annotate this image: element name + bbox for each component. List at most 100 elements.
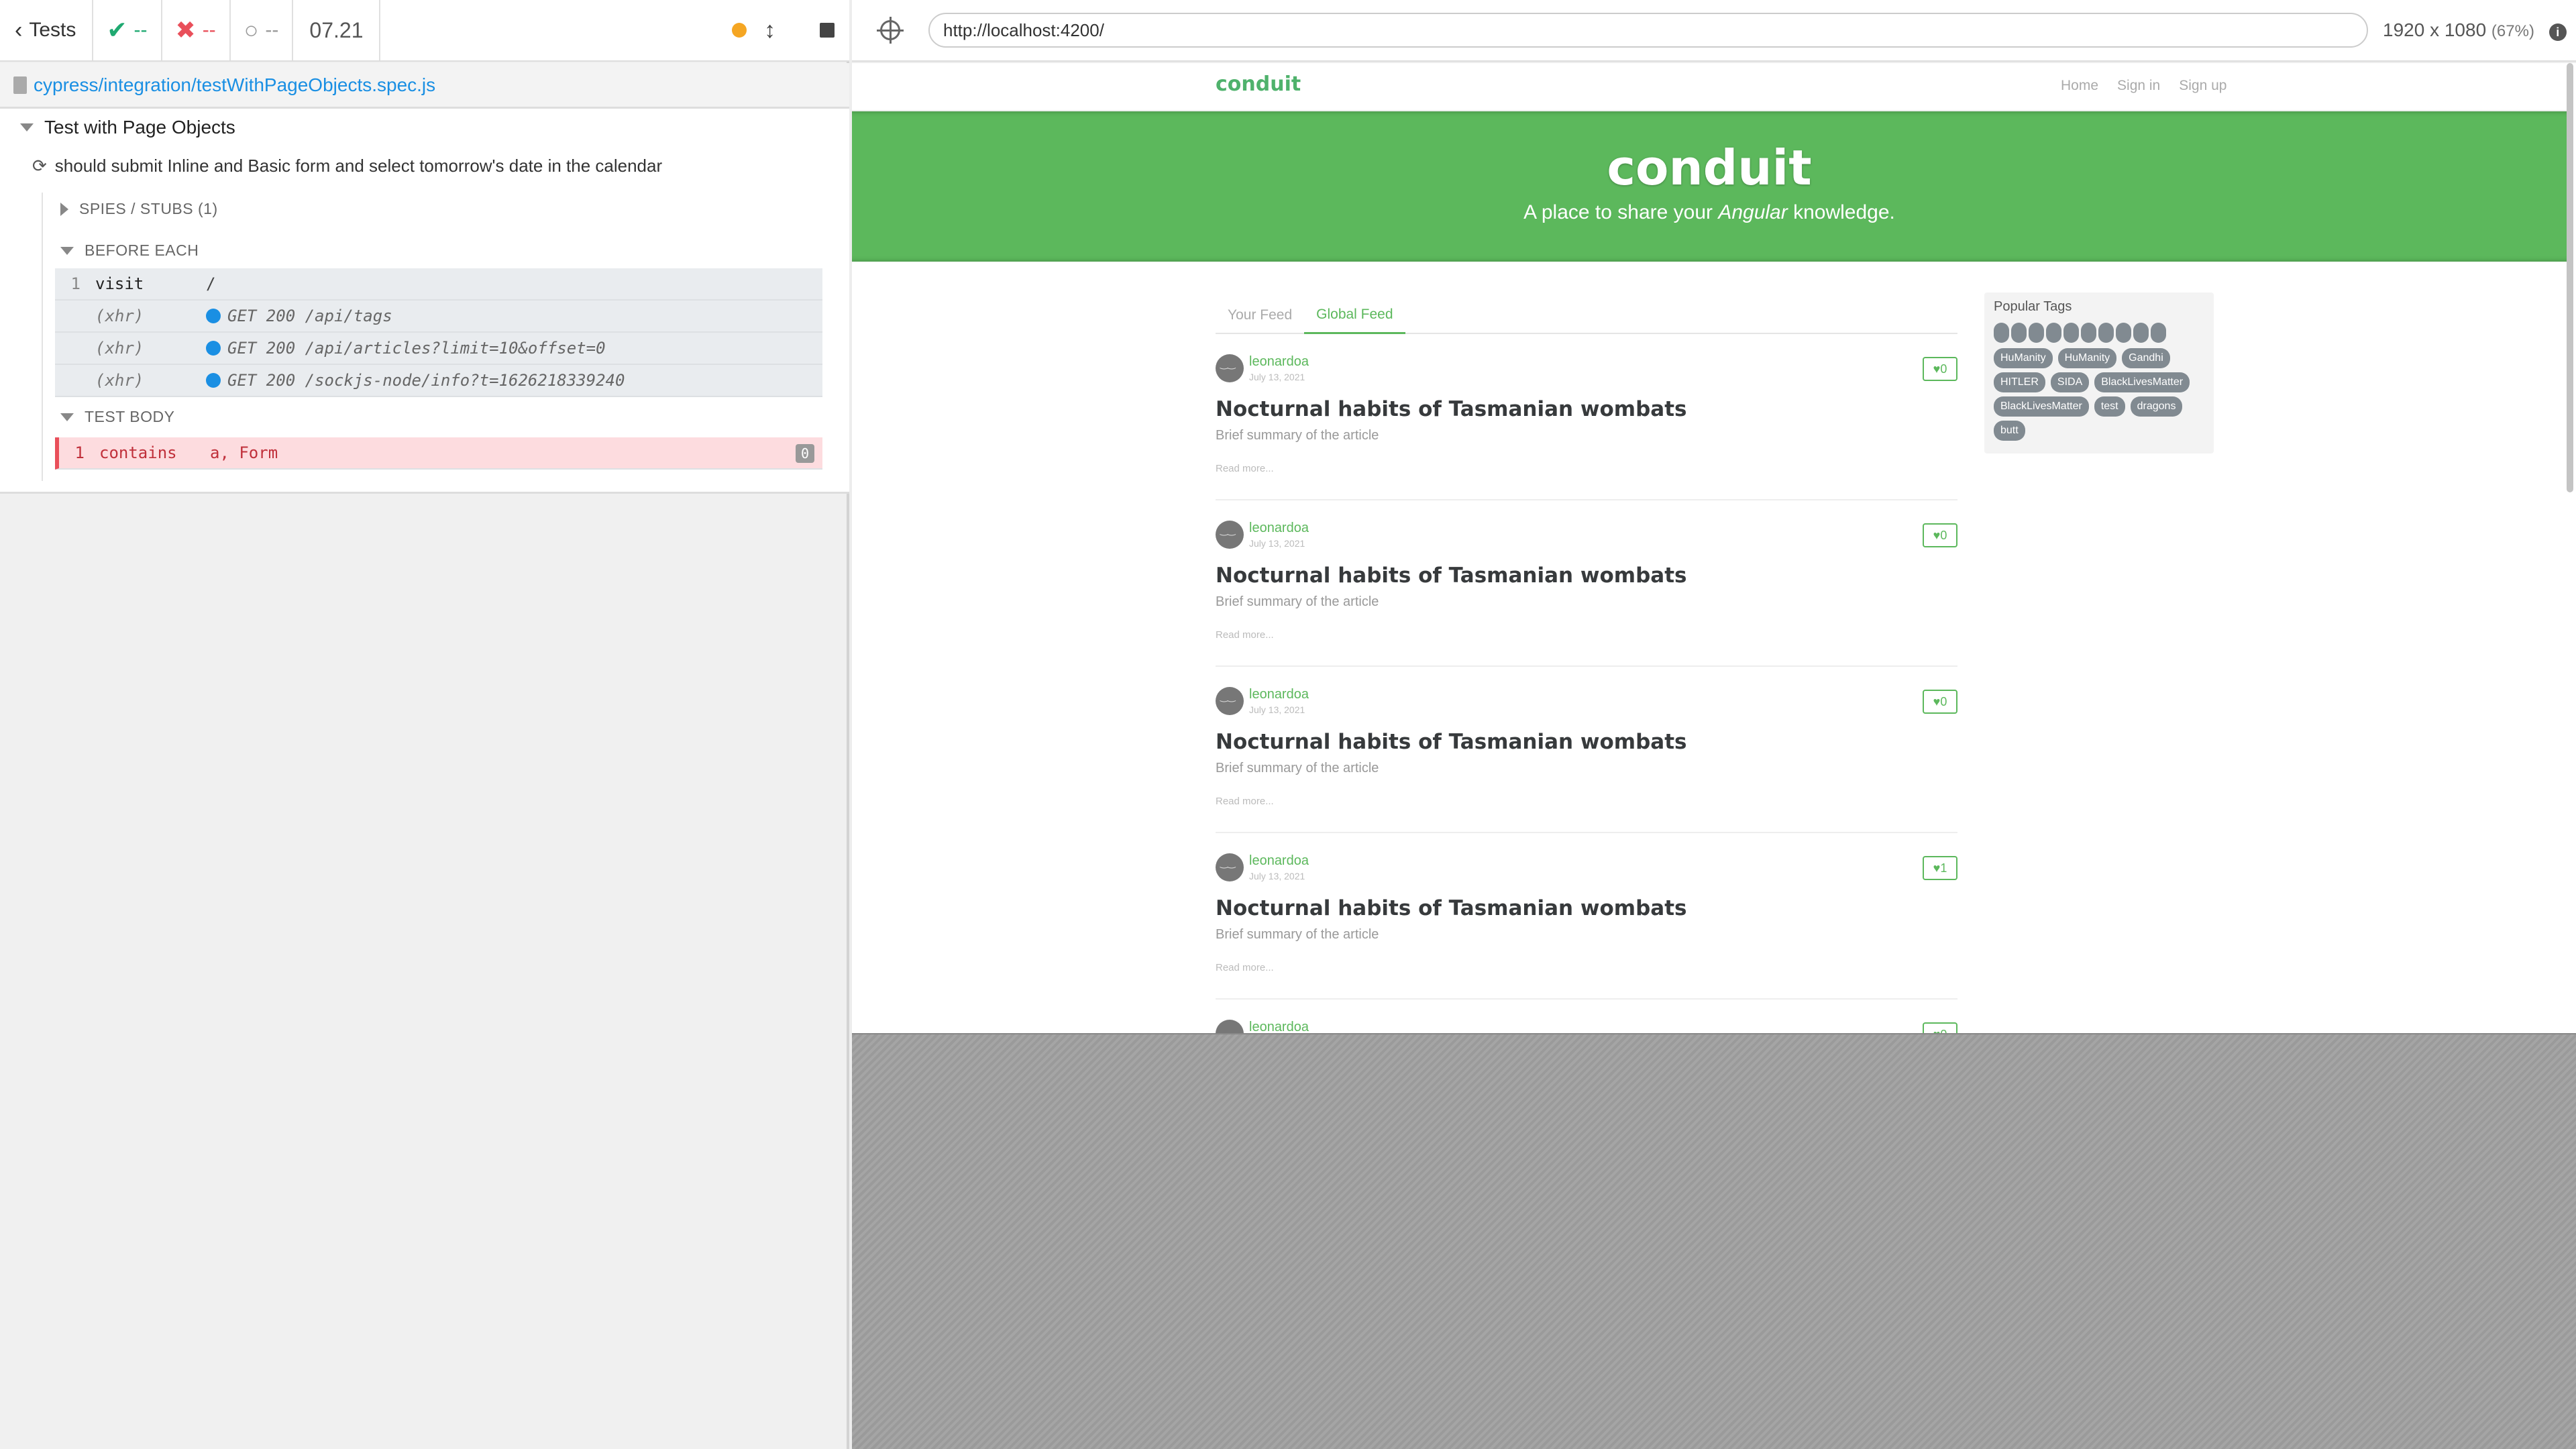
article-preview: leonardoa ♥0 (1216, 1000, 1957, 1033)
auto-scroll-toggle-icon[interactable]: ↕ (764, 17, 775, 44)
heart-icon: ♥ (1933, 694, 1941, 708)
viewport-size: 1920 x 1080 (2383, 19, 2487, 40)
tag-pill[interactable]: HuManity (2057, 348, 2117, 368)
passed-count[interactable]: ✔ -- (93, 0, 162, 60)
command-row[interactable]: 1 visit / (55, 268, 822, 301)
indent-guide (42, 193, 43, 481)
tag-pill[interactable] (2151, 323, 2166, 343)
caret-down-icon (60, 413, 74, 421)
tag-pill[interactable] (1994, 323, 2009, 343)
command-row[interactable]: (xhr) GET 200 /sockjs-node/info?t=162621… (55, 365, 822, 397)
selector-playground-icon[interactable] (877, 17, 904, 44)
caret-down-icon (20, 123, 34, 131)
command-row-failed[interactable]: 1 contains a, Form 0 (55, 437, 822, 470)
favorite-button[interactable]: ♥0 (1923, 1022, 1957, 1033)
caret-down-icon (60, 246, 74, 255)
tab-global-feed[interactable]: Global Feed (1304, 297, 1405, 334)
avatar[interactable] (1216, 687, 1244, 715)
favorite-button[interactable]: ♥0 (1923, 690, 1957, 714)
tab-your-feed[interactable]: Your Feed (1216, 297, 1304, 334)
article-title[interactable]: Nocturnal habits of Tasmanian wombats (1216, 730, 1686, 754)
command-message: a, Form (210, 443, 278, 462)
tag-pill[interactable] (2011, 323, 2027, 343)
read-more-link[interactable]: Read more... (1216, 463, 1274, 474)
spec-file-bar: cypress/integration/testWithPageObjects.… (0, 63, 849, 109)
spies-stubs-header[interactable]: SPIES / STUBS (1) (60, 200, 218, 218)
tag-pill[interactable]: HITLER (1994, 372, 2045, 392)
favorite-button[interactable]: ♥0 (1923, 523, 1957, 547)
author-link[interactable]: leonardoa (1249, 1020, 1309, 1033)
stop-button[interactable] (820, 23, 835, 38)
article-date: July 13, 2021 (1249, 372, 1305, 382)
article-description: Brief summary of the article (1216, 927, 1379, 942)
read-more-link[interactable]: Read more... (1216, 629, 1274, 641)
nav-sign-up[interactable]: Sign up (2179, 78, 2226, 94)
failed-count[interactable]: ✖ -- (162, 0, 231, 60)
avatar[interactable] (1216, 853, 1244, 881)
avatar[interactable] (1216, 521, 1244, 549)
command-number: 1 (70, 274, 80, 293)
tag-pill[interactable] (2063, 323, 2079, 343)
scrollbar[interactable] (2567, 63, 2573, 492)
author-link[interactable]: leonardoa (1249, 687, 1309, 702)
author-link[interactable]: leonardoa (1249, 853, 1309, 869)
avatar[interactable] (1216, 1020, 1244, 1033)
pending-count[interactable]: ○ -- (231, 0, 294, 60)
author-link[interactable]: leonardoa (1249, 521, 1309, 536)
command-message: / (206, 274, 216, 293)
test-title-text: should submit Inline and Basic form and … (54, 156, 663, 176)
article-date: July 13, 2021 (1249, 704, 1305, 715)
before-each-label: BEFORE EACH (85, 241, 199, 259)
command-row[interactable]: (xhr) GET 200 /api/articles?limit=10&off… (55, 333, 822, 365)
header-controls: ↕ (732, 0, 849, 60)
viewport-background (852, 1033, 2576, 1449)
nav-sign-in[interactable]: Sign in (2117, 78, 2160, 94)
xhr-text: GET 200 /sockjs-node/info?t=162621833924… (227, 371, 625, 390)
before-each-header[interactable]: BEFORE EACH (60, 241, 199, 260)
author-link[interactable]: leonardoa (1249, 354, 1309, 370)
article-title[interactable]: Nocturnal habits of Tasmanian wombats (1216, 397, 1686, 421)
article-preview: leonardoa July 13, 2021 ♥0 Nocturnal hab… (1216, 667, 1957, 833)
read-more-link[interactable]: Read more... (1216, 796, 1274, 807)
tag-pill[interactable]: SIDA (2050, 372, 2090, 392)
tag-pill[interactable] (2046, 323, 2061, 343)
read-more-link[interactable]: Read more... (1216, 962, 1274, 973)
tag-pill[interactable]: BlackLivesMatter (2094, 372, 2190, 392)
brand-logo[interactable]: conduit (1216, 72, 1301, 96)
tag-pill[interactable]: HuManity (1994, 348, 2053, 368)
passed-value: -- (133, 19, 148, 41)
tag-pill[interactable]: test (2094, 396, 2125, 417)
tag-pill[interactable] (2081, 323, 2096, 343)
viewport-zoom: (67%) (2491, 21, 2534, 40)
article-title[interactable]: Nocturnal habits of Tasmanian wombats (1216, 896, 1686, 920)
test-title[interactable]: ⟳ should submit Inline and Basic form an… (32, 156, 662, 176)
suite-title[interactable]: Test with Page Objects (20, 117, 235, 138)
running-indicator-icon (732, 23, 747, 38)
tag-pill[interactable]: Gandhi (2122, 348, 2170, 368)
tag-pill[interactable] (2116, 323, 2131, 343)
article-preview: leonardoa July 13, 2021 ♥0 Nocturnal hab… (1216, 500, 1957, 667)
tests-back-button[interactable]: ‹ Tests (0, 0, 94, 60)
nav-home[interactable]: Home (2061, 78, 2098, 94)
tag-pill[interactable] (2133, 323, 2149, 343)
command-name: (xhr) (95, 307, 144, 325)
tag-pill[interactable] (2029, 323, 2044, 343)
article-preview: leonardoa July 13, 2021 ♥0 Nocturnal hab… (1216, 334, 1957, 500)
tag-pill[interactable]: butt (1994, 421, 2025, 441)
command-name: (xhr) (95, 371, 144, 390)
test-body-header[interactable]: TEST BODY (60, 408, 174, 426)
tag-pill[interactable]: BlackLivesMatter (1994, 396, 2089, 417)
tag-pill[interactable] (2098, 323, 2114, 343)
url-bar[interactable]: http://localhost:4200/ (928, 13, 2368, 48)
command-name: visit (95, 274, 144, 293)
x-icon: ✖ (175, 16, 196, 44)
info-icon[interactable]: i (2548, 23, 2567, 42)
favorite-button[interactable]: ♥ 1 (1923, 856, 1957, 880)
command-row[interactable]: (xhr) GET 200 /api/tags (55, 301, 822, 333)
avatar[interactable] (1216, 354, 1244, 382)
article-title[interactable]: Nocturnal habits of Tasmanian wombats (1216, 564, 1686, 588)
duration: 07.21 (293, 0, 381, 60)
spec-file-link[interactable]: cypress/integration/testWithPageObjects.… (34, 74, 435, 96)
tag-pill[interactable]: dragons (2130, 396, 2183, 417)
favorite-button[interactable]: ♥0 (1923, 357, 1957, 381)
